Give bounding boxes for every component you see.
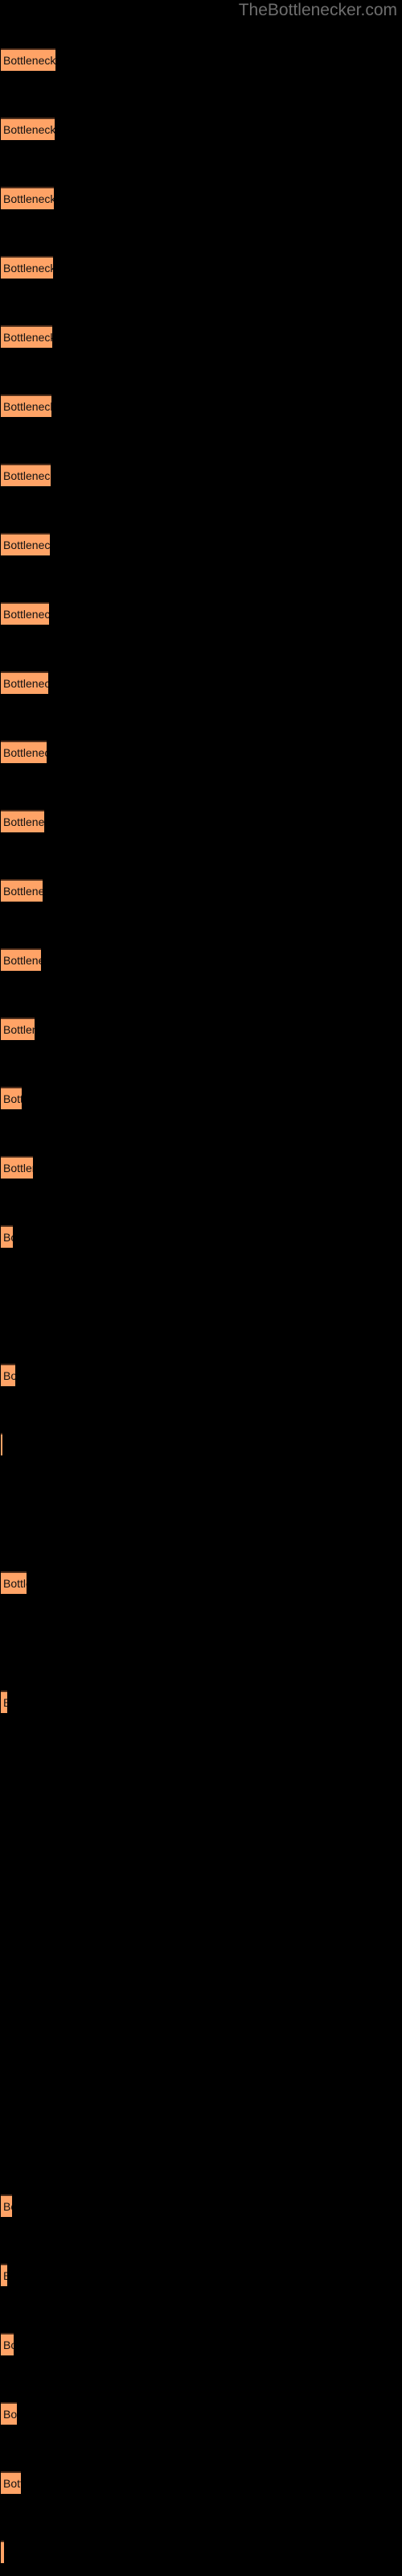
bar-16[interactable]: Bottleneck result [1, 1087, 22, 1109]
bar-label: Bottleneck result [3, 1696, 7, 1709]
bar-label: Bottleneck result [3, 608, 49, 621]
bar-label: Bottleneck result [3, 192, 54, 205]
bar-label: Bottleneck result [3, 400, 51, 413]
bar-23[interactable]: Bottleneck result [1, 1571, 27, 1594]
bar-label: Bottleneck result [3, 331, 52, 344]
bar-34[interactable]: Bottleneck result [1, 2402, 17, 2425]
bar-label: Bottleneck result [3, 954, 41, 967]
bar-6[interactable]: Bottleneck result [1, 394, 51, 417]
bar-35[interactable]: Bottleneck result [1, 2471, 21, 2494]
bar-14[interactable]: Bottleneck result [1, 948, 41, 971]
bar-3[interactable]: Bottleneck result [1, 187, 54, 209]
bar-label: Bottleneck result [3, 677, 48, 690]
bar-2[interactable]: Bottleneck result [1, 118, 55, 140]
bar-13[interactable]: Bottleneck result [1, 879, 43, 902]
bar-5[interactable]: Bottleneck result [1, 325, 52, 348]
bar-31[interactable]: Bottleneck result [1, 2194, 12, 2217]
bar-20[interactable]: Bottleneck result [1, 1364, 15, 1386]
bar-label: Bottleneck result [3, 2269, 7, 2282]
bar-label: Bottleneck result [3, 885, 43, 898]
bar-label: Bottleneck result [3, 469, 51, 482]
bar-17[interactable]: Bottleneck result [1, 1156, 33, 1179]
bar-36[interactable]: Bottleneck result [1, 2541, 4, 2563]
bar-18[interactable]: Bottleneck result [1, 1225, 13, 1248]
bar-label: Bottleneck result [3, 1577, 27, 1590]
bar-11[interactable]: Bottleneck result [1, 741, 47, 763]
bar-21[interactable]: Bottleneck result [1, 1433, 2, 1455]
bar-33[interactable]: Bottleneck result [1, 2333, 14, 2355]
bar-label: Bottleneck result [3, 2408, 17, 2421]
bar-label: Bottleneck result [3, 1092, 22, 1105]
bar-15[interactable]: Bottleneck result [1, 1018, 35, 1040]
bar-label: Bottleneck result [3, 1162, 33, 1174]
bar-9[interactable]: Bottleneck result [1, 602, 49, 625]
bar-12[interactable]: Bottleneck result [1, 810, 44, 832]
bar-label: Bottleneck result [3, 2477, 21, 2490]
bar-label: Bottleneck result [3, 746, 47, 759]
bar-label: Bottleneck result [3, 2200, 12, 2213]
bar-7[interactable]: Bottleneck result [1, 464, 51, 486]
bar-10[interactable]: Bottleneck result [1, 671, 48, 694]
bar-label: Bottleneck result [3, 1231, 13, 1244]
bar-label: Bottleneck result [3, 1369, 15, 1382]
bar-32[interactable]: Bottleneck result [1, 2264, 7, 2286]
bar-label: Bottleneck result [3, 54, 55, 67]
bottleneck-chart: TheBottlenecker.com Bottleneck resultBot… [0, 0, 402, 2576]
bar-series: Bottleneck result Bottleneck result Bottle… [0, 0, 402, 2576]
bar-label: Bottleneck result [3, 262, 53, 275]
bar-4[interactable]: Bottleneck result [1, 256, 53, 279]
bar-8[interactable]: Bottleneck result [1, 533, 50, 555]
bar-1[interactable]: Bottleneck result [1, 48, 55, 71]
bar-label: Bottleneck result [3, 815, 44, 828]
bar-label: Bottleneck result [3, 123, 55, 136]
bar-label: Bottleneck result [3, 2339, 14, 2351]
bar-label: Bottleneck result [3, 1023, 35, 1036]
bar-label: Bottleneck result [3, 539, 50, 551]
bar-26[interactable]: Bottleneck result [1, 1690, 7, 1713]
